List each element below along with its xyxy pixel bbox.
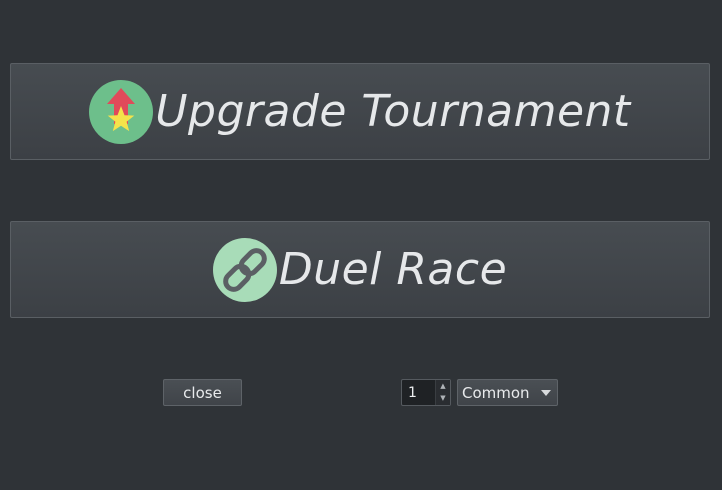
close-button-label: close <box>183 383 222 402</box>
quantity-stepper-arrows: ▲ ▼ <box>435 380 450 405</box>
chain-link-icon <box>212 237 277 302</box>
rarity-dropdown[interactable]: Common <box>457 379 558 406</box>
upgrade-tournament-button[interactable]: Upgrade Tournament <box>10 63 710 160</box>
chevron-down-icon <box>537 389 555 396</box>
upgrade-tournament-label: Upgrade Tournament <box>155 85 631 137</box>
duel-race-label: Duel Race <box>278 243 508 295</box>
quantity-stepper[interactable]: 1 ▲ ▼ <box>401 379 451 406</box>
quantity-value[interactable]: 1 <box>402 380 435 405</box>
close-button[interactable]: close <box>163 379 242 406</box>
rarity-selected-value: Common <box>462 383 530 402</box>
upgrade-arrow-star-icon <box>89 79 154 144</box>
increment-arrow-icon[interactable]: ▲ <box>436 380 450 393</box>
decrement-arrow-icon[interactable]: ▼ <box>436 393 450 406</box>
duel-race-button[interactable]: Duel Race <box>10 221 710 318</box>
